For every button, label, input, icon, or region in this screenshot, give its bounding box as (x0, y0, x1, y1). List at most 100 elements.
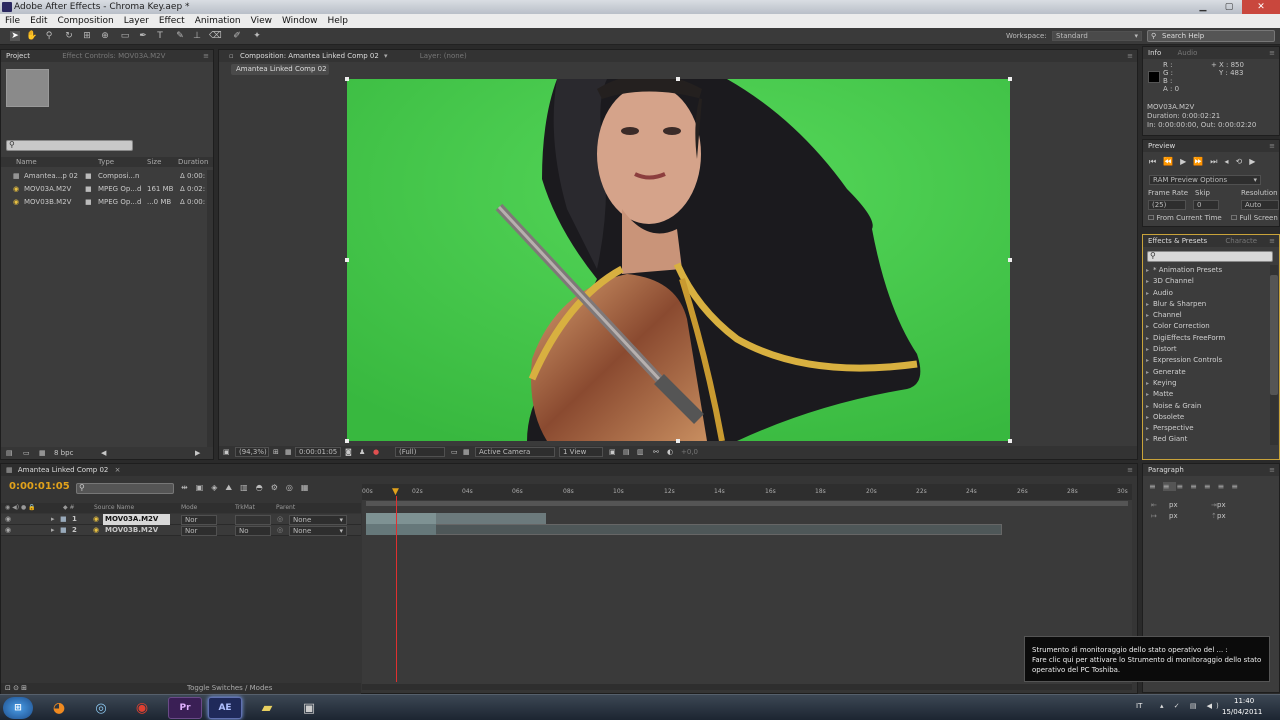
brush-tool-icon[interactable]: ✎ (175, 31, 185, 41)
grid-icon[interactable]: ▦ (285, 447, 292, 457)
search-help-input[interactable]: ⚲ Search Help (1147, 30, 1275, 42)
timeline-graph[interactable] (362, 484, 1132, 690)
work-area-bar[interactable] (366, 501, 1128, 506)
column-size[interactable]: Size (147, 157, 161, 167)
tab-preview[interactable]: Preview (1148, 142, 1175, 150)
next-frame-icon[interactable]: ⏩ (1193, 157, 1210, 166)
resolution-dropdown[interactable]: Auto (1241, 200, 1279, 210)
brainstorm-icon[interactable]: ⚙ (271, 483, 286, 492)
column-name[interactable]: Name (16, 157, 37, 167)
panel-menu-icon[interactable]: ≡ (1127, 464, 1133, 476)
viewer-handle[interactable] (676, 439, 680, 443)
mute-icon[interactable]: ◂ (1225, 157, 1236, 166)
puppet-tool-icon[interactable]: ✦ (252, 31, 262, 41)
premiere-icon[interactable]: Pr (168, 697, 202, 719)
region-of-interest-icon[interactable]: ▭ (451, 447, 458, 457)
lock-icon[interactable]: ▫ (229, 52, 234, 60)
folder-icon[interactable]: ▰ (250, 697, 284, 719)
previous-frame-icon[interactable]: ⏪ (1163, 157, 1180, 166)
viewer-handle[interactable] (345, 439, 349, 443)
playhead-line[interactable] (396, 496, 397, 682)
justify-right-icon[interactable]: ≡ (1218, 482, 1232, 491)
timeline-zoom-bar[interactable] (362, 684, 1132, 690)
list-item[interactable]: Generate (1143, 367, 1271, 379)
list-item[interactable]: DigiEffects FreeForm (1143, 333, 1271, 345)
space-before-unit[interactable]: px (1217, 511, 1226, 521)
rotate-tool-icon[interactable]: ↻ (64, 31, 74, 41)
list-item[interactable]: Red Giant (1143, 434, 1271, 446)
bpc-button[interactable]: 8 bpc (54, 448, 73, 458)
project-scrollbar[interactable] (207, 170, 213, 450)
safe-margins-icon[interactable]: ⊞ (273, 447, 279, 457)
mode-dropdown[interactable]: Nor (181, 515, 217, 525)
pan-behind-tool-icon[interactable]: ⊕ (100, 31, 110, 41)
tab-paragraph[interactable]: Paragraph (1148, 466, 1184, 474)
trkmat-dropdown[interactable] (235, 515, 271, 525)
column-source-name[interactable]: Source Name (94, 503, 134, 513)
after-effects-icon[interactable]: AE (208, 697, 242, 719)
scroll-left-icon[interactable]: ◀ (101, 448, 106, 458)
workspace-dropdown[interactable]: Standard ▾ (1052, 31, 1142, 41)
menu-window[interactable]: Window (277, 14, 323, 28)
flowchart-icon[interactable]: ⚯ (653, 447, 659, 457)
scrollbar-thumb[interactable] (1270, 275, 1278, 395)
layer-name[interactable]: MOV03B.M2V (105, 525, 158, 536)
viewer-handle[interactable] (1008, 77, 1012, 81)
layer-bar-2[interactable] (366, 524, 1002, 535)
layer-switches-icon[interactable]: ⊡ ⊙ ⊞ (5, 683, 27, 694)
language-indicator[interactable]: IT (1136, 702, 1142, 710)
magnification-dropdown[interactable]: (94,3%) (235, 447, 269, 457)
clone-stamp-tool-icon[interactable]: ⊥ (192, 31, 202, 41)
menu-effect[interactable]: Effect (154, 14, 190, 28)
column-type[interactable]: Type (98, 157, 114, 167)
scroll-right-icon[interactable]: ▶ (195, 448, 200, 458)
firefox-icon[interactable]: ◕ (42, 697, 76, 719)
justify-center-icon[interactable]: ≡ (1204, 482, 1218, 491)
first-frame-icon[interactable]: ⏮ (1149, 157, 1163, 166)
pen-tool-icon[interactable]: ✒ (138, 31, 148, 41)
selection-tool-icon[interactable]: ➤ (10, 31, 20, 41)
effects-search-input[interactable]: ⚲ (1147, 251, 1273, 262)
tab-timeline[interactable]: Amantea Linked Comp 02 (18, 466, 109, 474)
list-item[interactable]: Obsolete (1143, 412, 1271, 424)
hide-shy-icon[interactable]: ⛰ (225, 483, 240, 492)
project-search-input[interactable]: ⚲ (6, 140, 133, 151)
column-trkmat[interactable]: TrkMat (235, 503, 255, 513)
pickwhip-icon[interactable]: ◎ (277, 514, 283, 525)
panel-menu-icon[interactable]: ≡ (203, 50, 209, 62)
toggle-pixel-aspect-icon[interactable]: ▣ (609, 447, 616, 457)
views-dropdown[interactable]: 1 View (559, 447, 603, 457)
visibility-eye-icon[interactable]: ◉ (5, 514, 11, 525)
maximize-button[interactable]: ▢ (1216, 0, 1242, 14)
parent-dropdown[interactable]: None ▾ (289, 526, 347, 536)
viewer-handle[interactable] (676, 77, 680, 81)
motion-blur-icon[interactable]: ◓ (256, 483, 271, 492)
frame-rate-dropdown[interactable]: (25) (1148, 200, 1186, 210)
viewer-handle[interactable] (1008, 258, 1012, 262)
roto-brush-tool-icon[interactable]: ✐ (232, 31, 242, 41)
tab-audio[interactable]: Audio (1177, 49, 1197, 57)
camera-dropdown[interactable]: Active Camera (475, 447, 555, 457)
close-button[interactable]: ✕ (1242, 0, 1280, 14)
clock-date[interactable]: 15/04/2011 (1222, 708, 1262, 716)
table-row[interactable]: ▦ Amantea...p 02 ■ Composi...n Δ 0:00: (1, 170, 206, 183)
toggle-switches-button[interactable]: Toggle Switches / Modes (187, 683, 272, 694)
list-item[interactable]: Keying (1143, 378, 1271, 390)
list-item[interactable]: * Animation Presets (1143, 265, 1271, 277)
align-left-icon[interactable]: ≡ (1149, 482, 1163, 491)
close-tab-icon[interactable]: × (115, 466, 121, 474)
network-icon[interactable]: ◎ (84, 697, 118, 719)
expand-arrow-icon[interactable]: ▸ (51, 525, 55, 536)
label-color-icon[interactable]: ■ (60, 525, 67, 536)
tab-info[interactable]: Info (1148, 49, 1161, 57)
breadcrumb[interactable]: Amantea Linked Comp 02 (231, 64, 329, 75)
tray-icons[interactable]: ▴ ✓ ▤ ◀) (1160, 702, 1223, 710)
composition-viewer[interactable] (347, 79, 1010, 441)
parent-dropdown[interactable]: None ▾ (289, 515, 347, 525)
new-folder-icon[interactable]: ▭ (23, 448, 30, 458)
list-item[interactable]: Audio (1143, 288, 1271, 300)
clock-time[interactable]: 11:40 (1234, 697, 1254, 705)
menu-layer[interactable]: Layer (119, 14, 154, 28)
list-item[interactable]: Expression Controls (1143, 355, 1271, 367)
type-tool-icon[interactable]: T (155, 31, 165, 41)
